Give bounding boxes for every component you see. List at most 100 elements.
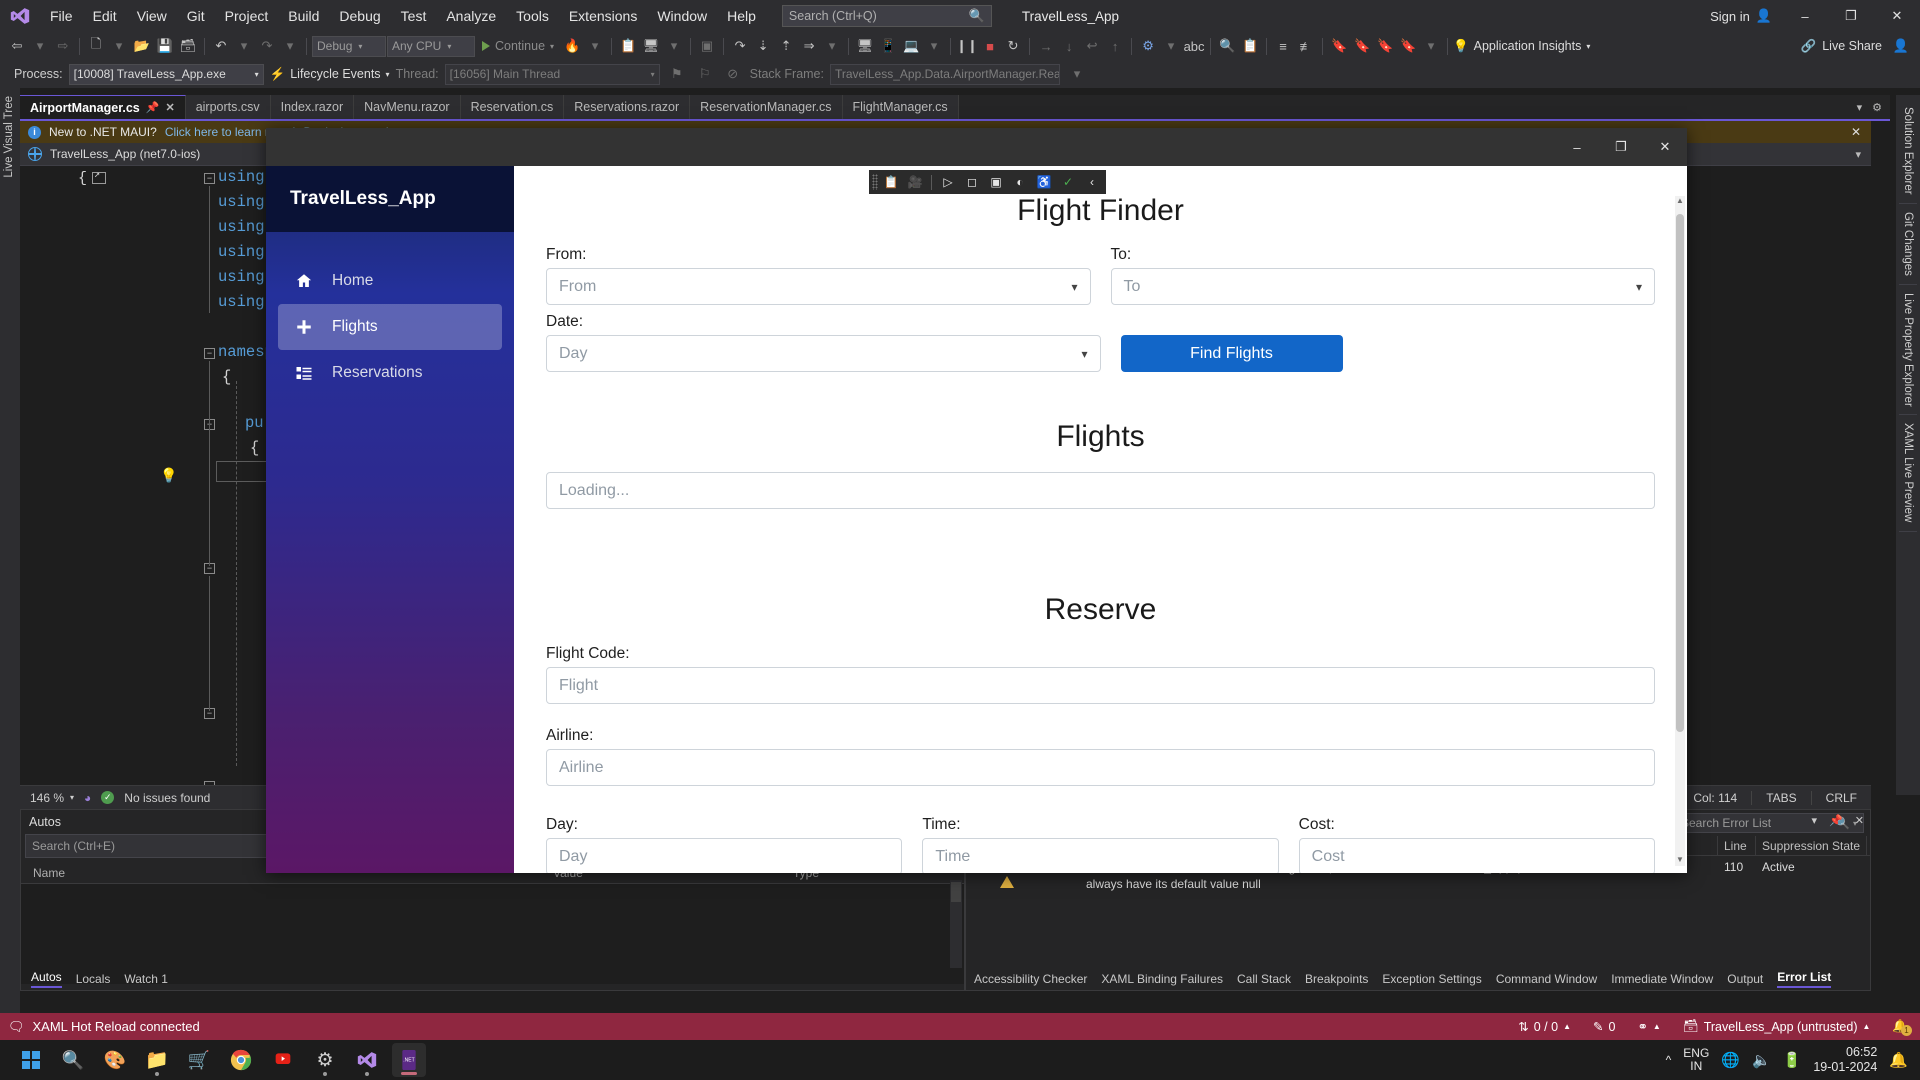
device-window-icon[interactable]: 📱 xyxy=(877,35,899,57)
tab-solution-explorer[interactable]: Solution Explorer xyxy=(1899,99,1917,204)
debug-more-icon[interactable]: ▾ xyxy=(821,35,843,57)
time-input[interactable]: Time xyxy=(922,838,1279,873)
redo-dropdown-icon[interactable]: ▾ xyxy=(279,35,301,57)
tab-exception-settings[interactable]: Exception Settings xyxy=(1382,972,1481,986)
tab-command-window[interactable]: Command Window xyxy=(1496,972,1597,986)
select-element-icon[interactable]: 📋 xyxy=(880,172,902,192)
cost-input[interactable]: Cost xyxy=(1298,838,1655,873)
sidebar-item-flights[interactable]: Flights xyxy=(278,304,502,350)
redo-icon[interactable]: ↷ xyxy=(256,35,278,57)
flag-icon[interactable]: ⚑ xyxy=(666,63,688,85)
tab-reservation-cs[interactable]: Reservation.cs xyxy=(460,95,565,119)
volume-icon[interactable]: 🔈 xyxy=(1752,1051,1771,1069)
window-menu-icon[interactable]: ▾ xyxy=(1812,814,1818,827)
menu-analyze[interactable]: Analyze xyxy=(436,0,506,32)
fold-toggle-icon[interactable]: − xyxy=(204,173,215,184)
settings-icon[interactable]: ⚙ xyxy=(308,1043,342,1077)
navbar-collapse-icon[interactable]: ▾ xyxy=(1855,148,1871,161)
close-button[interactable]: ✕ xyxy=(1874,0,1920,32)
close-icon[interactable]: ✕ xyxy=(1855,814,1864,827)
close-icon[interactable]: ✕ xyxy=(165,101,174,114)
tab-accessibility-checker[interactable]: Accessibility Checker xyxy=(974,972,1087,986)
tab-airports-csv[interactable]: airports.csv xyxy=(185,95,271,119)
notification-bell-icon[interactable]: 🔔 xyxy=(1889,1051,1908,1069)
tab-live-property-explorer[interactable]: Live Property Explorer xyxy=(1899,285,1917,416)
uncomment-icon[interactable]: ≢ xyxy=(1295,35,1317,57)
store-icon[interactable]: 🛒 xyxy=(182,1043,216,1077)
new-project-dropdown-icon[interactable]: ▾ xyxy=(108,35,130,57)
maui-minimize-button[interactable]: – xyxy=(1555,128,1599,166)
date-select[interactable]: Day ▾ xyxy=(546,335,1101,372)
show-next-statement-icon[interactable]: ⇒ xyxy=(798,35,820,57)
build-configuration-select[interactable]: Debug ▾ xyxy=(312,35,386,57)
visual-studio-icon[interactable] xyxy=(350,1043,384,1077)
menu-file[interactable]: File xyxy=(40,0,83,32)
error-col-line[interactable]: Line xyxy=(1718,835,1756,856)
feedback-icon[interactable]: 👤 xyxy=(1890,35,1912,57)
editor-project-label[interactable]: TravelLess_App (net7.0-ios) xyxy=(50,147,200,161)
tab-immediate-window[interactable]: Immediate Window xyxy=(1611,972,1713,986)
close-icon[interactable]: ✕ xyxy=(1851,125,1861,139)
navigate-forward-icon[interactable]: ⇨ xyxy=(52,35,74,57)
pin-icon[interactable]: 📌 xyxy=(1829,814,1843,827)
find-flights-button[interactable]: Find Flights xyxy=(1120,335,1343,372)
youtube-icon[interactable] xyxy=(266,1043,300,1077)
scroll-down-icon[interactable]: ▼ xyxy=(1676,855,1684,864)
menu-view[interactable]: View xyxy=(127,0,177,32)
tab-navmenu-razor[interactable]: NavMenu.razor xyxy=(354,95,461,119)
file-explorer-icon[interactable]: 📁 xyxy=(140,1043,174,1077)
process-select[interactable]: [10008] TravelLess_App.exe ▾ xyxy=(68,63,264,85)
accessibility-icon[interactable]: ♿ xyxy=(1033,172,1055,192)
code-metrics-icon[interactable]: ◕ xyxy=(84,791,91,805)
menu-build[interactable]: Build xyxy=(278,0,329,32)
device-manager-icon[interactable]: 💻 xyxy=(900,35,922,57)
step-return-icon[interactable]: ↩ xyxy=(1081,35,1103,57)
office-icon[interactable]: 🎨 xyxy=(98,1043,132,1077)
overflow-icon[interactable]: ▾ xyxy=(1066,63,1088,85)
step-over-icon[interactable]: ↷ xyxy=(729,35,751,57)
sign-in-button[interactable]: Sign in 👤 xyxy=(1700,8,1782,24)
pin-icon[interactable]: 📌 xyxy=(146,101,160,114)
tab-flightmanager-cs[interactable]: FlightManager.cs xyxy=(842,95,959,119)
tab-xaml-binding-failures[interactable]: XAML Binding Failures xyxy=(1101,972,1223,986)
unflag-icon[interactable]: ⊘ xyxy=(722,63,744,85)
continue-button[interactable]: Continue ▾ xyxy=(476,39,560,53)
to-select[interactable]: To ▾ xyxy=(1110,268,1655,305)
flag-threads-icon[interactable]: ⚐ xyxy=(694,63,716,85)
tab-output[interactable]: Output xyxy=(1727,972,1763,986)
step-up-icon[interactable]: ↑ xyxy=(1104,35,1126,57)
platform-select[interactable]: Any CPU ▾ xyxy=(387,35,475,57)
clear-bookmarks-icon[interactable]: 🔖 xyxy=(1397,35,1419,57)
spell-check-icon[interactable]: abc xyxy=(1183,35,1205,57)
scroll-up-icon[interactable]: ▲ xyxy=(1676,196,1684,205)
next-bookmark-icon[interactable]: 🔖 xyxy=(1374,35,1396,57)
autos-scrollbar[interactable] xyxy=(950,880,962,968)
menu-tools[interactable]: Tools xyxy=(506,0,559,32)
network-icon[interactable]: 🌐 xyxy=(1721,1051,1740,1069)
analyze-code-icon[interactable]: ⚙ xyxy=(1137,35,1159,57)
zoom-select[interactable]: 146 % ▾ xyxy=(30,791,74,805)
menu-project[interactable]: Project xyxy=(215,0,279,32)
menu-edit[interactable]: Edit xyxy=(83,0,127,32)
battery-icon[interactable]: 🔋 xyxy=(1783,1051,1802,1069)
repository-status[interactable]: 🗃 TravelLess_App (untrusted) ▲ xyxy=(1683,1019,1871,1034)
navigate-back-icon[interactable]: ⇦ xyxy=(6,35,28,57)
pending-changes-status[interactable]: ✎ 0 xyxy=(1593,1019,1615,1035)
scrollbar-thumb[interactable] xyxy=(1676,214,1684,732)
step-out-icon[interactable]: ⇡ xyxy=(775,35,797,57)
scrollbar-thumb[interactable] xyxy=(951,882,961,902)
fold-toggle-icon[interactable]: − xyxy=(204,348,215,359)
tab-breakpoints[interactable]: Breakpoints xyxy=(1305,972,1368,986)
thread-select[interactable]: [16056] Main Thread ▾ xyxy=(444,63,660,85)
undo-dropdown-icon[interactable]: ▾ xyxy=(233,35,255,57)
frame-icon[interactable]: ◻ xyxy=(961,172,983,192)
live-visual-tree-tab[interactable]: Live Visual Tree xyxy=(0,88,20,1020)
save-all-icon[interactable]: 🗃 xyxy=(177,35,199,57)
airline-input[interactable]: Airline xyxy=(546,749,1655,786)
maui-maximize-button[interactable]: ❐ xyxy=(1599,128,1643,166)
stop-icon[interactable]: ■ xyxy=(979,35,1001,57)
status-ok-icon[interactable]: ✓ xyxy=(1057,172,1079,192)
device-more-icon[interactable]: ▾ xyxy=(923,35,945,57)
maximize-button[interactable]: ❐ xyxy=(1828,0,1874,32)
step-into-icon[interactable]: ⇣ xyxy=(752,35,774,57)
